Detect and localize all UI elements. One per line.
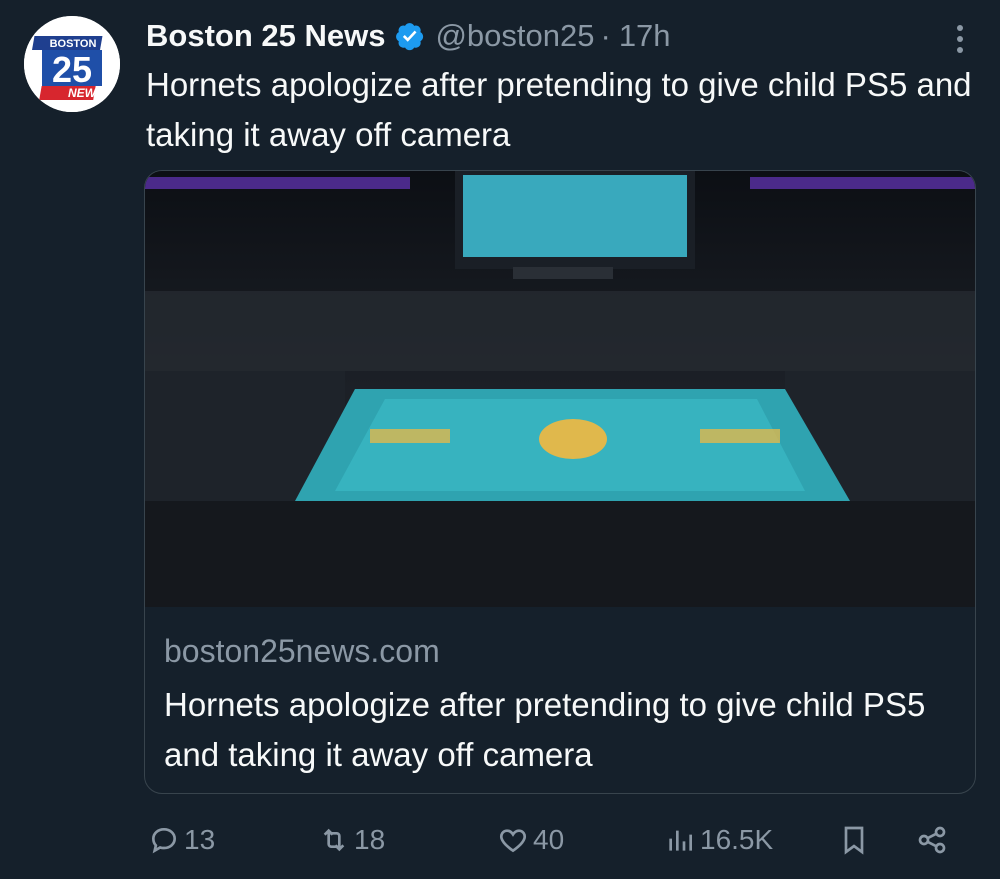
author-name[interactable]: Boston 25 News [146, 18, 385, 54]
avatar[interactable]: BOSTON 25 NEWS [24, 16, 120, 112]
reply-button[interactable]: 13 [148, 812, 215, 868]
heart-icon [500, 829, 526, 853]
tweet-time[interactable]: 17h [619, 18, 671, 54]
author-handle[interactable]: @boston25 [435, 18, 594, 54]
like-count: 40 [533, 824, 565, 855]
boston25-logo: BOSTON 25 NEWS [24, 16, 120, 112]
card-domain[interactable]: boston25news.com [164, 633, 440, 670]
link-card[interactable]: boston25news.com Hornets apologize after… [144, 170, 976, 794]
tweet-text: Hornets apologize after pretending to gi… [146, 66, 972, 153]
separator-dot: · [600, 18, 611, 53]
action-bar: 13 18 40 16.5K [0, 812, 1000, 868]
like-button[interactable]: 40 [497, 812, 564, 868]
card-image[interactable] [145, 171, 975, 607]
bookmark-button[interactable] [838, 812, 870, 868]
views-button[interactable]: 16.5K [664, 812, 773, 868]
retweet-button[interactable]: 18 [318, 812, 385, 868]
views-icon [669, 830, 692, 851]
more-options-icon[interactable] [948, 22, 972, 56]
share-button[interactable] [916, 812, 948, 868]
share-icon [918, 826, 946, 854]
avatar-bottom-text: NEWS [68, 86, 104, 100]
avatar-number: 25 [52, 49, 92, 90]
reply-icon [151, 827, 177, 854]
retweet-icon [323, 828, 345, 852]
tweet-header: Boston 25 News @boston25 · 17h [146, 14, 940, 58]
retweet-count: 18 [354, 824, 386, 855]
verified-badge-icon [396, 23, 424, 51]
views-count: 16.5K [700, 824, 774, 855]
card-title[interactable]: Hornets apologize after pretending to gi… [164, 680, 944, 780]
reply-count: 13 [184, 824, 216, 855]
bookmark-icon [844, 826, 864, 855]
